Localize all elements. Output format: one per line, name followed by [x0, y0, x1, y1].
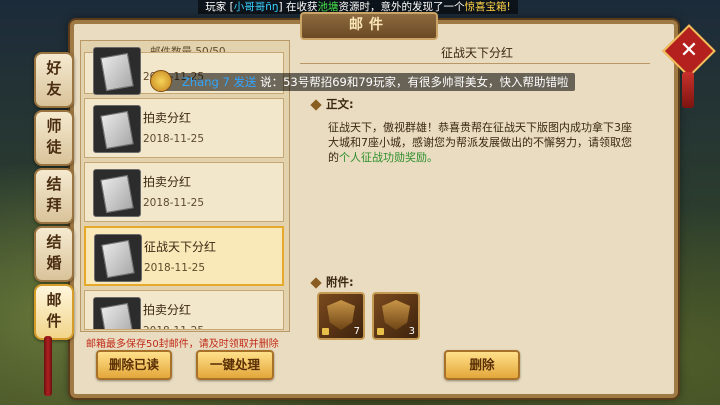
body-heading: 正文:	[310, 96, 354, 112]
lock-icon	[377, 328, 384, 335]
mail-body: 征战天下，傲视群雄！恭喜贵帮在征战天下版图内成功拿下3座大城和7座小城，感谢您为…	[328, 120, 638, 165]
lock-icon	[322, 328, 329, 335]
diamond-icon	[310, 276, 322, 289]
shield-icon	[327, 300, 355, 330]
tab-rope-decoration	[44, 336, 52, 396]
one-click-button[interactable]: 一键处理	[196, 350, 274, 380]
tab-label: 邮件	[46, 291, 62, 330]
shield-icon	[382, 300, 410, 330]
tab-friends[interactable]: 好友	[34, 52, 74, 108]
diamond-icon	[310, 98, 322, 111]
mailbox-warning: 邮箱最多保存50封邮件，请及时领取并删除	[86, 339, 279, 350]
mail-detail-title: 征战天下分红	[440, 46, 513, 60]
attachment-count: 7	[353, 326, 360, 337]
attachments-heading: 附件:	[310, 274, 354, 290]
attachment-slot[interactable]: 7	[317, 292, 365, 340]
broadcast-treasure: 惊喜宝箱!	[464, 1, 511, 13]
attachment-count: 3	[408, 326, 415, 337]
mail-title: 拍卖分红	[143, 303, 192, 317]
mail-date: 2018-11-25	[143, 133, 205, 145]
medal-icon	[150, 70, 172, 92]
mail-paper-icon	[94, 234, 142, 282]
body-label: 正文:	[326, 97, 354, 111]
tab-label: 好友	[46, 59, 62, 98]
mail-body-highlight: 个人征战功勋奖励。	[339, 151, 438, 164]
broadcast-prefix: 玩家	[205, 1, 227, 13]
chat-sender[interactable]: Zhang 7 发送	[182, 75, 256, 89]
mail-title: 拍卖分红	[143, 175, 192, 189]
close-icon: ✕	[679, 38, 699, 63]
window-title: 邮件	[300, 12, 438, 40]
mail-date: 2018-11-25	[144, 262, 206, 274]
broadcast-player[interactable]: 小哥哥ñŋ	[234, 1, 279, 13]
tab-marriage[interactable]: 结婚	[34, 226, 74, 282]
tab-label: 结婚	[46, 233, 62, 272]
delete-read-button[interactable]: 删除已读	[96, 350, 172, 380]
tab-sworn[interactable]: 结拜	[34, 168, 74, 224]
attachment-slot[interactable]: 3	[372, 292, 420, 340]
mail-paper-icon	[93, 105, 141, 153]
mail-paper-icon	[93, 169, 141, 217]
tab-label: 结拜	[46, 175, 62, 214]
mail-title: 拍卖分红	[143, 111, 192, 125]
tassel-decoration	[682, 72, 694, 108]
mail-item[interactable]: 拍卖分红 2018-11-25	[84, 290, 284, 330]
mail-date: 2018-11-25	[143, 325, 204, 329]
mail-item-selected[interactable]: 征战天下分红 2018-11-25	[84, 226, 284, 286]
tab-label: 师徒	[46, 117, 62, 156]
tab-mail[interactable]: 邮件	[34, 284, 74, 340]
mail-paper-icon	[93, 297, 141, 329]
mail-item[interactable]: 拍卖分红 2018-11-25	[84, 162, 284, 222]
attachments-label: 附件:	[326, 275, 354, 289]
divider	[300, 63, 650, 64]
mail-item[interactable]: 拍卖分红 2018-11-25	[84, 98, 284, 158]
tab-master[interactable]: 师徒	[34, 110, 74, 166]
mail-title: 征战天下分红	[144, 240, 217, 254]
mail-paper-icon	[93, 47, 141, 95]
mail-date: 2018-11-25	[143, 197, 205, 209]
